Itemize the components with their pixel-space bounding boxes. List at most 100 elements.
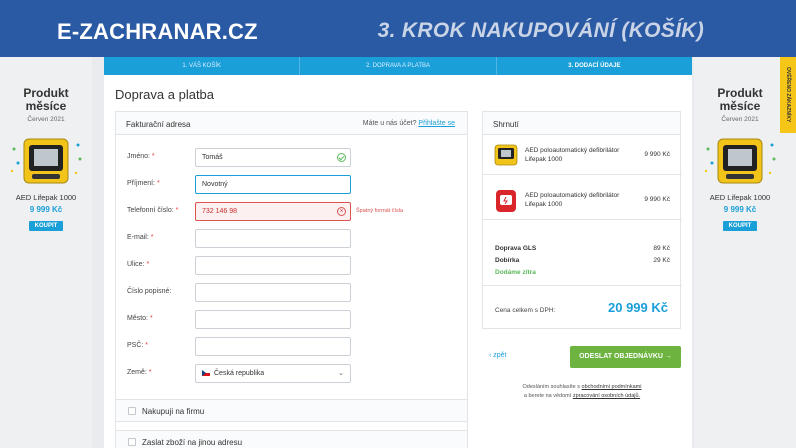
- shipping-label: Doprava GLS: [495, 245, 537, 252]
- shipping-price: 89 Kč: [653, 245, 670, 252]
- other-address-checkbox[interactable]: [128, 438, 136, 446]
- summary-header: Shrnutí: [483, 112, 680, 135]
- aed-device-image[interactable]: [700, 129, 780, 187]
- phone-value: 732 146 98: [202, 208, 238, 215]
- step-delivery-details[interactable]: 3. DODACÍ ÚDAJE: [497, 57, 692, 75]
- summary-item: AED poloautomatický defibrilátor Lifepak…: [483, 180, 682, 220]
- company-checkbox[interactable]: [128, 407, 136, 415]
- house-number-row: Číslo popisné:: [116, 283, 469, 302]
- last-name-label: Příjmení: *: [127, 180, 160, 187]
- promo-product-name[interactable]: AED Lifepak 1000: [0, 193, 92, 202]
- consent-line2: a berete na vědomí: [523, 393, 573, 399]
- phone-row: Telefonní číslo: * 732 146 98 × Špatný f…: [116, 202, 469, 221]
- total-label: Cena celkem s DPH:: [495, 307, 556, 314]
- country-value: Česká republika: [214, 370, 265, 377]
- promo-title-line1: Produkt: [23, 86, 69, 100]
- billing-title: Fakturační adresa: [126, 120, 191, 129]
- country-select[interactable]: Česká republika ⌄: [195, 364, 351, 383]
- verified-by-customers-tab[interactable]: OVĚŘENO ZÁKAZNÍKY: [780, 57, 796, 133]
- last-name-value: Novotný: [202, 181, 228, 188]
- cod-price: 29 Kč: [653, 257, 670, 264]
- summary-item-price: 9 990 Kč: [644, 151, 670, 158]
- error-icon: ×: [337, 207, 346, 216]
- phone-label: Telefonní číslo: *: [127, 207, 179, 214]
- consent-line1: Odesláním souhlasíte s: [522, 384, 582, 390]
- phone-field[interactable]: 732 146 98 ×: [195, 202, 351, 221]
- zip-label: PSČ: *: [127, 342, 149, 349]
- product-of-month-left: Produkt měsíce Červen 2021 AED Lifepak 1…: [0, 87, 92, 232]
- first-name-label: Jméno: *: [127, 153, 155, 160]
- summary-title: Shrnutí: [493, 120, 519, 129]
- street-label: Ulice: *: [127, 261, 150, 268]
- left-promo-column: Produkt měsíce Červen 2021 AED Lifepak 1…: [0, 57, 92, 448]
- aed-product-thumbnail[interactable]: [494, 143, 518, 167]
- delivery-note: Dodáme zítra: [495, 269, 536, 276]
- total-value: 20 999 Kč: [608, 300, 668, 315]
- city-row: Město: *: [116, 310, 469, 329]
- house-number-field[interactable]: [195, 283, 351, 302]
- summary-item-name[interactable]: AED poloautomatický defibrilátor Lifepak…: [525, 191, 625, 209]
- promo-buy-button[interactable]: KOUPIT: [722, 221, 758, 231]
- company-option-label: Nakupuji na firmu: [142, 407, 205, 416]
- city-label: Město: *: [127, 315, 153, 322]
- promo-price: 9 999 Kč: [723, 205, 757, 214]
- checkout-steps: 1. VÁŠ KOŠÍK 2. DOPRAVA A PLATBA 3. DODA…: [104, 57, 692, 75]
- top-banner: E-ZACHRANAR.CZ 3. KROK NAKUPOVÁNÍ (KOŠÍK…: [0, 0, 796, 57]
- product-of-month-right: Produkt měsíce Červen 2021 AED Lifepak 1…: [694, 87, 786, 232]
- other-address-option-label: Zaslat zboží na jinou adresu: [142, 438, 243, 447]
- city-field[interactable]: [195, 310, 351, 329]
- promo-title-line2: měsíce: [25, 99, 67, 113]
- summary-item-price: 9 990 Kč: [644, 196, 670, 203]
- company-purchase-option[interactable]: Nakupuji na firmu: [115, 399, 468, 422]
- promo-title: Produkt měsíce: [694, 87, 786, 113]
- email-label: E-mail: *: [127, 234, 154, 241]
- brand-logo[interactable]: E-ZACHRANAR.CZ: [57, 19, 258, 45]
- consent-text: Odesláním souhlasíte s obchodními podmín…: [496, 383, 668, 401]
- promo-buy-button[interactable]: KOUPIT: [28, 221, 64, 231]
- summary-item-name[interactable]: AED poloautomatický defibrilátor Lifepak…: [525, 146, 625, 164]
- order-summary-panel: Shrnutí AED poloautomatický defibrilátor…: [482, 111, 682, 329]
- billing-header: Fakturační adresa Máte u nás účet? Přihl…: [116, 112, 467, 135]
- first-name-field[interactable]: Tomáš: [195, 148, 351, 167]
- login-link[interactable]: Přihlašte se: [418, 120, 455, 127]
- czech-flag-icon: [202, 370, 210, 376]
- zip-field[interactable]: [195, 337, 351, 356]
- aed-device-image[interactable]: [6, 129, 86, 187]
- zip-row: PSČ: *: [116, 337, 469, 356]
- last-name-row: Příjmení: * Novotný: [116, 175, 469, 194]
- promo-date: Červen 2021: [27, 116, 65, 123]
- other-address-option[interactable]: Zaslat zboží na jinou adresu: [115, 430, 468, 448]
- submit-order-button[interactable]: ODESLAT OBJEDNÁVKU →: [570, 346, 681, 368]
- back-link[interactable]: ‹ zpět: [489, 352, 507, 359]
- aed-case-thumbnail[interactable]: [494, 188, 518, 214]
- privacy-link[interactable]: zpracování osobních údajů.: [573, 393, 640, 399]
- chevron-down-icon: ⌄: [338, 370, 344, 377]
- step-cart[interactable]: 1. VÁŠ KOŠÍK: [104, 57, 301, 75]
- phone-error-message: Špatný formát čísla: [356, 208, 404, 214]
- banner-title: 3. KROK NAKUPOVÁNÍ (KOŠÍK): [377, 19, 704, 42]
- first-name-value: Tomáš: [202, 154, 223, 161]
- last-name-field[interactable]: Novotný: [195, 175, 351, 194]
- checkout-main: 1. VÁŠ KOŠÍK 2. DOPRAVA A PLATBA 3. DODA…: [104, 57, 692, 448]
- street-row: Ulice: *: [116, 256, 469, 275]
- login-prompt: Máte u nás účet? Přihlašte se: [363, 120, 455, 127]
- country-label: Země: *: [127, 369, 152, 376]
- step-shipping-payment[interactable]: 2. DOPRAVA A PLATBA: [300, 57, 497, 75]
- house-number-label: Číslo popisné:: [127, 288, 172, 295]
- billing-address-panel: Fakturační adresa Máte u nás účet? Přihl…: [115, 111, 468, 442]
- street-field[interactable]: [195, 256, 351, 275]
- check-icon: [337, 153, 346, 162]
- email-row: E-mail: *: [116, 229, 469, 248]
- terms-link[interactable]: obchodními podmínkami: [582, 384, 642, 390]
- email-field[interactable]: [195, 229, 351, 248]
- page-title: Doprava a platba: [115, 87, 215, 102]
- promo-title: Produkt měsíce: [0, 87, 92, 113]
- login-prompt-text: Máte u nás účet?: [362, 120, 417, 127]
- summary-item: AED poloautomatický defibrilátor Lifepak…: [483, 135, 682, 175]
- country-row: Země: * Česká republika ⌄: [116, 364, 469, 383]
- promo-product-name[interactable]: AED Lifepak 1000: [694, 193, 786, 202]
- shipping-costs: Doprava GLS 89 Kč Dobírka 29 Kč Dodáme z…: [483, 236, 682, 286]
- promo-date: Červen 2021: [721, 116, 759, 123]
- first-name-row: Jméno: * Tomáš: [116, 148, 469, 167]
- promo-price: 9 999 Kč: [29, 205, 63, 214]
